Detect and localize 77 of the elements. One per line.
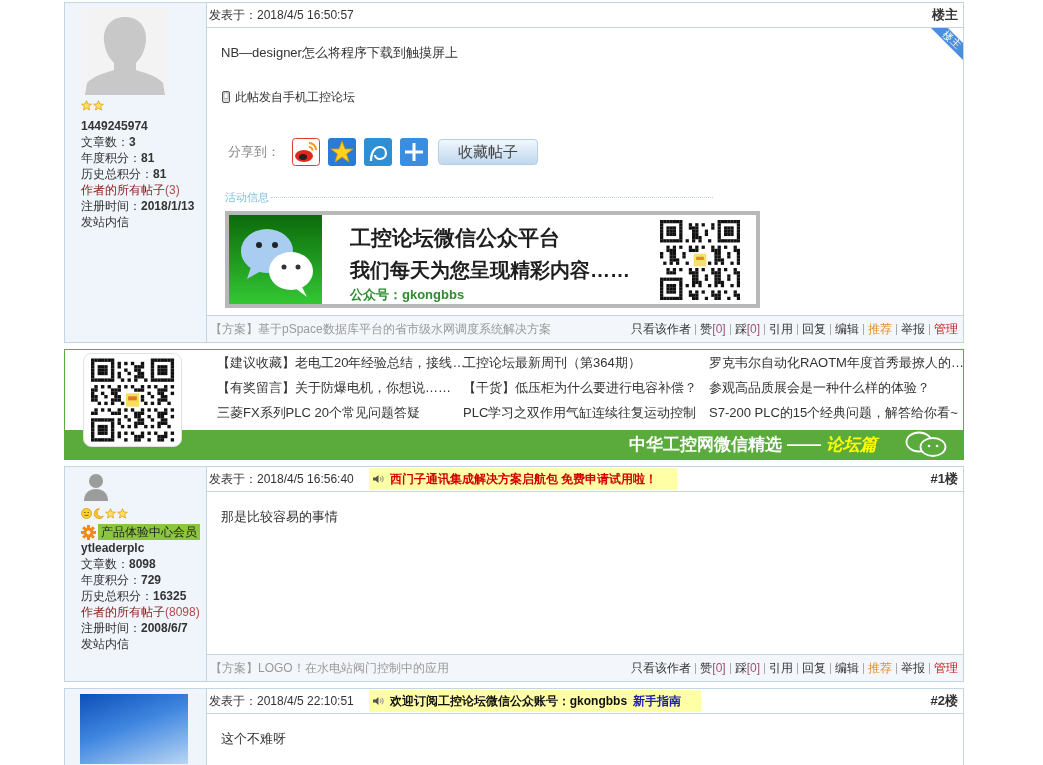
profile-stat: 注册时间：2018/1/13 [80, 198, 195, 214]
article-link[interactable]: 【干货】低压柜为什么要进行电容补偿？ [463, 377, 697, 398]
action-link[interactable]: 只看该作者 [631, 320, 692, 338]
smiley-icon [81, 507, 92, 519]
favorite-button[interactable]: 收藏帖子 [438, 139, 538, 165]
action-link[interactable]: 赞[0] [700, 659, 726, 677]
article-link[interactable]: 参观高品质展会是一种什么样的体验？ [709, 377, 930, 398]
author-posts-link[interactable]: 作者的所有帖子(8098) [80, 604, 200, 620]
article-link[interactable]: 【有奖留言】关于防爆电机，你想说…… [217, 377, 451, 398]
send-message-link[interactable]: 发站内信 [80, 214, 129, 230]
mobile-note: 此帖发自手机工控论坛 [235, 89, 355, 106]
action-link[interactable]: 只看该作者 [631, 659, 692, 677]
floor-label: #2楼 [930, 692, 958, 710]
ad-banner[interactable]: 工控论坛微信公众平台 我们每天为您呈现精彩内容…… 公众号：gkongbbs [225, 211, 760, 308]
moon-icon [93, 507, 104, 519]
chat-bubbles-icon [229, 215, 322, 304]
post-body: 这个不难呀 [221, 730, 286, 748]
username[interactable]: 1449245974 [80, 118, 148, 134]
action-link[interactable]: 引用 [769, 659, 793, 677]
action-link[interactable]: 编辑 [835, 320, 859, 338]
post-time: 发表于：2018/4/5 22:10:51 [209, 692, 354, 710]
floor-label: #1楼 [930, 470, 958, 488]
post-time: 发表于：2018/4/5 16:50:57 [209, 6, 354, 24]
gear-icon [81, 524, 96, 540]
article-link[interactable]: 罗克韦尔自动化RAOTM年度首秀最撩人的… [709, 352, 964, 373]
profile-stat: 注册时间：2008/6/7 [80, 620, 188, 636]
send-message-link[interactable]: 发站内信 [80, 636, 129, 652]
star-icon [93, 99, 104, 111]
profile-stat: 文章数：3 [80, 134, 136, 150]
article-link[interactable]: PLC学习之双作用气缸连续往复运动控制 [463, 402, 697, 423]
action-link[interactable]: 引用 [769, 320, 793, 338]
article-link[interactable]: 三菱FX系列PLC 20个常见问题答疑 [217, 402, 420, 423]
action-link[interactable]: 管理 [934, 659, 958, 677]
floor-label: 楼主 [932, 6, 958, 24]
star-icon[interactable] [328, 138, 356, 166]
guide-link[interactable]: 新手指南 [633, 692, 682, 710]
profile-stat: 文章数：8098 [80, 556, 156, 572]
action-link[interactable]: 踩[0] [734, 659, 760, 677]
post-body: NB—designer怎么将程序下载到触摸屏上 [221, 44, 458, 62]
speaker-icon [372, 696, 384, 706]
share-label: 分享到： [228, 143, 280, 161]
action-link[interactable]: 回复 [802, 320, 826, 338]
author-posts-link[interactable]: 作者的所有帖子(3) [80, 182, 180, 198]
article-link[interactable]: 工控论坛最新周刊（第364期） [463, 352, 641, 373]
avatar-silhouette [81, 471, 111, 501]
post-time: 发表于：2018/4/5 16:56:40 [209, 470, 354, 488]
corner-ribbon: 楼主 [931, 28, 963, 60]
banner-title: 工控论坛微信公众平台 [350, 225, 560, 251]
plus-icon[interactable] [400, 138, 428, 166]
profile-stat: 年度积分：729 [80, 572, 162, 588]
action-link[interactable]: 回复 [802, 659, 826, 677]
profile-stat: 历史总积分：16325 [80, 588, 187, 604]
action-link[interactable]: 编辑 [835, 659, 859, 677]
profile-stat: 历史总积分：81 [80, 166, 167, 182]
picks-title: 中华工控网微信精选 —— [629, 434, 821, 456]
notice-text[interactable]: 西门子通讯集成解决方案启航包 免费申请试用啦！ [389, 470, 658, 488]
post-body: 那是比较容易的事情 [221, 508, 338, 526]
eye-waves-icon[interactable] [292, 138, 320, 166]
action-link[interactable]: 管理 [934, 320, 958, 338]
profile-stat: 年度积分：81 [80, 150, 155, 166]
username[interactable]: ytleaderplc [80, 540, 145, 556]
action-link[interactable]: 举报 [901, 320, 925, 338]
article-link[interactable]: S7-200 PLC的15个经典问题，解答给你看~ [709, 402, 958, 423]
banner-subtitle: 我们每天为您呈现精彩内容…… [350, 258, 630, 282]
banner-account: 公众号：gkongbbs [350, 287, 465, 303]
speaker-icon [372, 474, 384, 484]
phone-icon [222, 91, 230, 103]
action-link[interactable]: 举报 [901, 659, 925, 677]
swirl-icon[interactable] [364, 138, 392, 166]
section-label: 活动信息 [225, 190, 269, 204]
star-icon [117, 507, 128, 519]
star-icon [105, 507, 116, 519]
action-link[interactable]: 赞[0] [700, 320, 726, 338]
star-icon [81, 99, 92, 111]
action-link[interactable]: 踩[0] [734, 320, 760, 338]
member-badge: 产品体验中心会员 [98, 524, 200, 540]
notice-text[interactable]: 欢迎订阅工控论坛微信公众账号：gkongbbs [389, 692, 628, 710]
